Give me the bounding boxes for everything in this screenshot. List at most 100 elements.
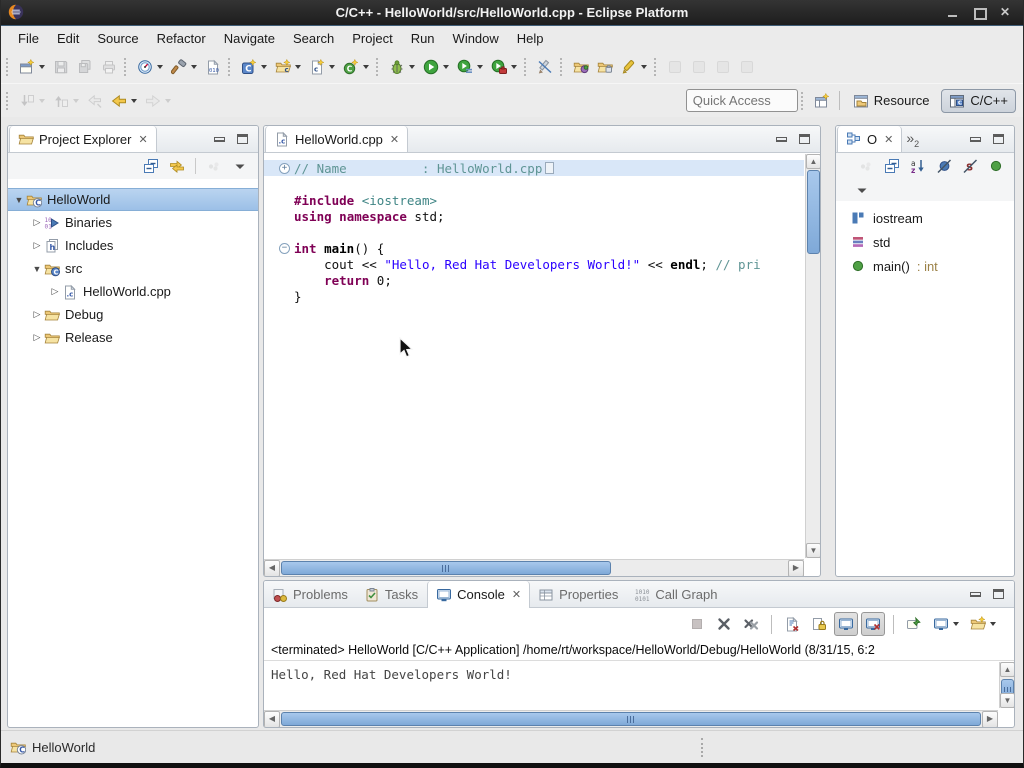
collapsed-arrow-icon[interactable]: ▷	[30, 240, 44, 251]
collapsed-arrow-icon[interactable]: ▷	[30, 332, 44, 343]
code-line[interactable]: +// Name : HelloWorld.cpp	[264, 160, 804, 176]
menu-file[interactable]: File	[9, 28, 48, 49]
menu-edit[interactable]: Edit	[48, 28, 88, 49]
close-icon[interactable]: ✕	[138, 133, 147, 146]
perspective-resource[interactable]: Resource	[845, 89, 938, 113]
pin-console-button[interactable]	[902, 612, 926, 636]
tab-properties[interactable]: Properties	[530, 581, 626, 608]
editor-hscrollbar[interactable]: ◀ ▶	[264, 559, 804, 576]
chevron-down-icon[interactable]	[131, 99, 137, 103]
window-minimize-button[interactable]	[947, 7, 959, 18]
outline-item-main[interactable]: main() : int	[836, 254, 1014, 278]
chevron-down-icon[interactable]	[39, 99, 45, 103]
chevron-down-icon[interactable]	[165, 99, 171, 103]
menu-project[interactable]: Project	[343, 28, 401, 49]
show-stderr-button[interactable]	[861, 612, 885, 636]
tree-item-helloworld-cpp[interactable]: ▷.cHelloWorld.cpp	[8, 280, 258, 303]
menu-navigate[interactable]: Navigate	[215, 28, 284, 49]
minimize-view-button[interactable]	[776, 137, 787, 142]
scroll-down-arrow[interactable]: ▼	[806, 543, 821, 558]
chevron-down-icon[interactable]	[191, 65, 197, 69]
toolbar-handle[interactable]	[124, 58, 129, 76]
collapsed-arrow-icon[interactable]: ▷	[30, 309, 44, 320]
window-close-button[interactable]: ✕	[999, 7, 1011, 18]
view-menu-button[interactable]	[850, 178, 874, 202]
scroll-down-arrow[interactable]: ▼	[1000, 693, 1015, 708]
tab-problems[interactable]: Problems	[264, 581, 356, 608]
console-hscrollbar[interactable]: ◀ ▶	[264, 710, 998, 727]
scroll-lock-button[interactable]	[807, 612, 831, 636]
maximize-view-button[interactable]	[993, 134, 1004, 144]
tree-item-includes[interactable]: ▷hIncludes	[8, 234, 258, 257]
toolbar-handle[interactable]	[228, 58, 233, 76]
new-c-project-button[interactable]: C	[237, 55, 271, 79]
link-with-editor-button[interactable]	[165, 154, 189, 178]
new-class-button[interactable]: C	[339, 55, 373, 79]
hide-non-public-button[interactable]	[984, 154, 1008, 178]
editor-hscroll-thumb[interactable]	[281, 561, 611, 575]
chevron-down-icon[interactable]	[295, 65, 301, 69]
console-vscrollbar[interactable]: ▲ ▼	[999, 662, 1014, 708]
code-line[interactable]: cout << "Hello, Red Hat Developers World…	[264, 256, 804, 272]
collapse-all-button[interactable]	[880, 154, 904, 178]
outline-item-std[interactable]: std	[836, 230, 1014, 254]
maximize-view-button[interactable]	[799, 134, 810, 144]
chevron-down-icon[interactable]	[443, 65, 449, 69]
more-views-indicator[interactable]: »2	[902, 126, 925, 152]
debug-button[interactable]	[385, 55, 419, 79]
open-element-button[interactable]	[569, 55, 593, 79]
scroll-left-arrow[interactable]: ◀	[264, 560, 280, 577]
tab-call-graph[interactable]: 10100101Call Graph	[626, 581, 725, 608]
launch-gauge-button[interactable]	[133, 55, 167, 79]
clear-console-button[interactable]	[780, 612, 804, 636]
tab-helloworld-cpp[interactable]: .c HelloWorld.cpp ✕	[265, 126, 408, 152]
minimize-view-button[interactable]	[970, 592, 981, 597]
maximize-view-button[interactable]	[993, 589, 1004, 599]
tree-item-binaries[interactable]: ▷1001Binaries	[8, 211, 258, 234]
minimize-view-button[interactable]	[970, 137, 981, 142]
build-button[interactable]	[167, 55, 201, 79]
fold-collapse-icon[interactable]: −	[279, 243, 290, 254]
scroll-right-arrow[interactable]: ▶	[788, 560, 804, 577]
tab-tasks[interactable]: Tasks	[356, 581, 426, 608]
open-console-button[interactable]	[966, 612, 1000, 636]
perspective-c-c-[interactable]: CC/C++	[941, 89, 1016, 113]
new-wizard-button[interactable]	[15, 55, 49, 79]
tree-item-release[interactable]: ▷Release	[8, 326, 258, 349]
maximize-view-button[interactable]	[237, 134, 248, 144]
mark-occurrences-button[interactable]	[533, 55, 557, 79]
run-external-tools-button[interactable]	[453, 55, 487, 79]
menu-help[interactable]: Help	[508, 28, 553, 49]
minimize-view-button[interactable]	[214, 137, 225, 142]
expanded-arrow-icon[interactable]: ▼	[30, 264, 44, 274]
outline-item-iostream[interactable]: iostream	[836, 206, 1014, 230]
fold-expand-icon[interactable]: +	[279, 163, 290, 174]
hide-static-button[interactable]: S	[958, 154, 982, 178]
editor-vscroll-thumb[interactable]	[807, 170, 820, 254]
close-icon[interactable]: ✕	[884, 133, 893, 146]
search-pen-button[interactable]	[617, 55, 651, 79]
sort-button[interactable]: az	[906, 154, 930, 178]
tree-item-src[interactable]: ▼Csrc	[8, 257, 258, 280]
code-line[interactable]: return 0;	[264, 272, 804, 288]
statusbar-drag-handle[interactable]	[701, 738, 704, 757]
code-line[interactable]: #include <iostream>	[264, 192, 804, 208]
scroll-up-arrow[interactable]: ▲	[1000, 662, 1015, 677]
toolbar-handle[interactable]	[524, 58, 529, 76]
code-line[interactable]: using namespace std;	[264, 208, 804, 224]
menu-source[interactable]: Source	[88, 28, 147, 49]
code-line[interactable]: −int main() {	[264, 240, 804, 256]
collapsed-region-indicator[interactable]	[545, 162, 554, 174]
binary-file-button[interactable]: 010	[201, 55, 225, 79]
profile-button[interactable]	[487, 55, 521, 79]
collapsed-arrow-icon[interactable]: ▷	[30, 217, 44, 228]
chevron-down-icon[interactable]	[990, 622, 996, 626]
chevron-down-icon[interactable]	[157, 65, 163, 69]
chevron-down-icon[interactable]	[261, 65, 267, 69]
open-resource-button[interactable]	[593, 55, 617, 79]
tab-outline[interactable]: O ✕	[837, 126, 902, 152]
toolbar-handle[interactable]	[560, 58, 565, 76]
show-stdout-button[interactable]	[834, 612, 858, 636]
code-editor[interactable]: +// Name : HelloWorld.cpp #include <iostr…	[264, 154, 804, 558]
close-icon[interactable]: ✕	[512, 588, 521, 601]
